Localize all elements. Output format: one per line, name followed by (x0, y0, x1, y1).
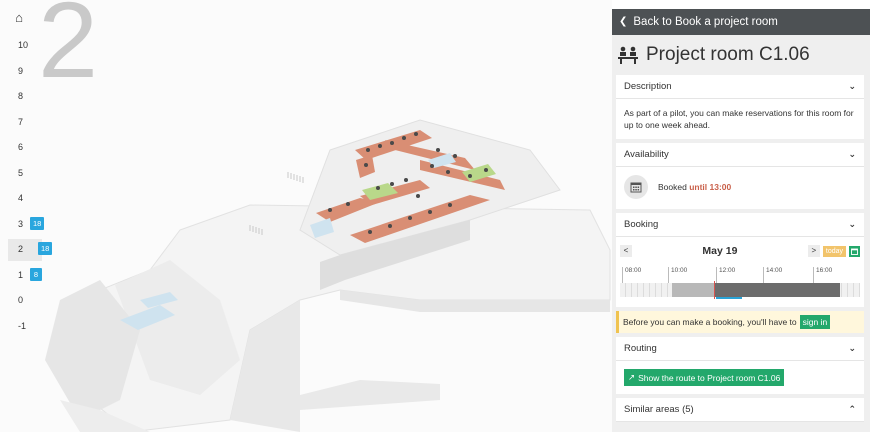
floor-button[interactable]: 4 (0, 188, 58, 210)
routing-heading: Routing (624, 343, 657, 354)
show-route-label: Show the route to Project room C1.06 (638, 372, 781, 383)
room-header: Project room C1.06 (612, 35, 870, 75)
floor-button[interactable]: 7 (0, 112, 58, 134)
floor-button[interactable]: 8 (0, 86, 58, 108)
route-icon: ↗ (628, 372, 636, 382)
meeting-room-icon (618, 46, 638, 64)
availability-heading: Availability (624, 149, 669, 160)
date-picker-icon[interactable] (849, 245, 860, 257)
floor-number: 5 (18, 167, 24, 178)
floor-number: 7 (18, 116, 24, 127)
floor-button[interactable]: 3 18 (0, 214, 58, 236)
routing-section: Routing ⌄ ↗ Show the route to Project ro… (616, 337, 864, 394)
booking-timeline[interactable]: 08:00 10:00 12:00 14:00 16:00 (620, 267, 860, 301)
show-route-button[interactable]: ↗ Show the route to Project room C1.06 (624, 369, 785, 386)
description-text: As part of a pilot, you can make reserva… (624, 108, 854, 130)
chevron-down-icon: ⌄ (848, 219, 856, 229)
floor-button[interactable]: 18 (0, 265, 58, 287)
chevron-left-icon: ❮ (619, 16, 628, 27)
timeline-tick-label: 14:00 (763, 267, 782, 283)
timeline-tick-label: 12:00 (716, 267, 735, 283)
timeline-booked-block (714, 283, 840, 297)
ramp (300, 380, 440, 410)
chevron-down-icon: ⌄ (848, 81, 856, 91)
booking-heading: Booking (624, 219, 659, 230)
floor-number: 10 (18, 40, 29, 50)
timeline-tick-label: 16:00 (813, 267, 832, 283)
similar-areas-section: Similar areas (5) ⌃ (616, 398, 864, 422)
floor-count-badge: 8 (30, 267, 42, 281)
floor-number: 1 (18, 269, 24, 280)
floor-button[interactable]: 2 18 (8, 239, 53, 261)
chevron-up-icon: ⌃ (848, 404, 856, 414)
floor-number: 3 (18, 218, 24, 229)
prev-day-button[interactable]: < (620, 245, 632, 257)
routing-header[interactable]: Routing ⌄ (616, 337, 864, 361)
booking-date: May 19 (702, 245, 738, 257)
availability-status: Booked until 13:00 (616, 167, 864, 209)
floor-button[interactable]: -1 (0, 316, 58, 338)
similar-areas-header[interactable]: Similar areas (5) ⌃ (616, 398, 864, 422)
description-section: Description ⌄ As part of a pilot, you ca… (616, 75, 864, 139)
date-navigation: < May 19 > today (620, 243, 860, 259)
floor-number: 0 (18, 295, 24, 305)
availability-until: until 13:00 (689, 182, 732, 192)
booking-section: Booking ⌄ < May 19 > today 08:00 10:00 1… (616, 213, 864, 307)
floor-button[interactable]: 9 (0, 61, 58, 83)
description-header[interactable]: Description ⌄ (616, 75, 864, 99)
similar-areas-heading: Similar areas (5) (624, 404, 694, 415)
chevron-down-icon: ⌄ (848, 149, 856, 159)
availability-section: Availability ⌄ Booked until 13:00 (616, 143, 864, 209)
floor-count-badge: 18 (30, 216, 45, 230)
floor-button[interactable]: 0 (0, 290, 58, 312)
floor-count-badge: 18 (38, 242, 53, 255)
home-icon[interactable]: ⌂ (12, 11, 26, 25)
timeline-tick-label: 08:00 (622, 267, 641, 283)
sign-in-button[interactable]: sign in (799, 315, 831, 329)
booking-header[interactable]: Booking ⌄ (616, 213, 864, 237)
timeline-now-marker (714, 281, 715, 299)
floor-button[interactable]: 6 (0, 137, 58, 159)
back-label: Back to Book a project room (633, 16, 778, 28)
next-day-button[interactable]: > (807, 245, 820, 257)
timeline-tick-label: 10:00 (668, 267, 687, 283)
availability-status-text: Booked (658, 182, 687, 192)
login-notice: Before you can make a booking, you'll ha… (616, 311, 864, 333)
room-title: Project room C1.06 (646, 44, 810, 65)
floor-number: 6 (18, 142, 24, 152)
timeline-past-block (672, 283, 714, 297)
room-detail-panel: ❮ Back to Book a project room Project ro… (612, 9, 870, 432)
floor-number: 9 (18, 65, 24, 76)
chevron-down-icon: ⌄ (848, 343, 856, 353)
description-heading: Description (624, 81, 672, 92)
login-notice-text: Before you can make a booking, you'll ha… (623, 317, 797, 327)
floor-map[interactable]: 2 ⌂ 10 9 8 7 6 5 4 3 18 2 18 1 8 0 -1 (0, 0, 612, 432)
floor-number: 4 (18, 193, 24, 203)
calendar-icon (624, 175, 648, 199)
booking-body: < May 19 > today 08:00 10:00 12:00 14:00 16:… (616, 237, 864, 307)
back-button[interactable]: ❮ Back to Book a project room (612, 9, 870, 35)
today-button[interactable]: today (822, 245, 846, 257)
floor-button[interactable]: 10 (0, 35, 58, 57)
availability-header[interactable]: Availability ⌄ (616, 143, 864, 167)
floor-number: -1 (18, 320, 27, 331)
timeline-selection (716, 297, 742, 299)
floor-number: 2 (18, 244, 24, 254)
floor-button[interactable]: 5 (0, 163, 58, 185)
floor-number: 8 (18, 91, 24, 101)
